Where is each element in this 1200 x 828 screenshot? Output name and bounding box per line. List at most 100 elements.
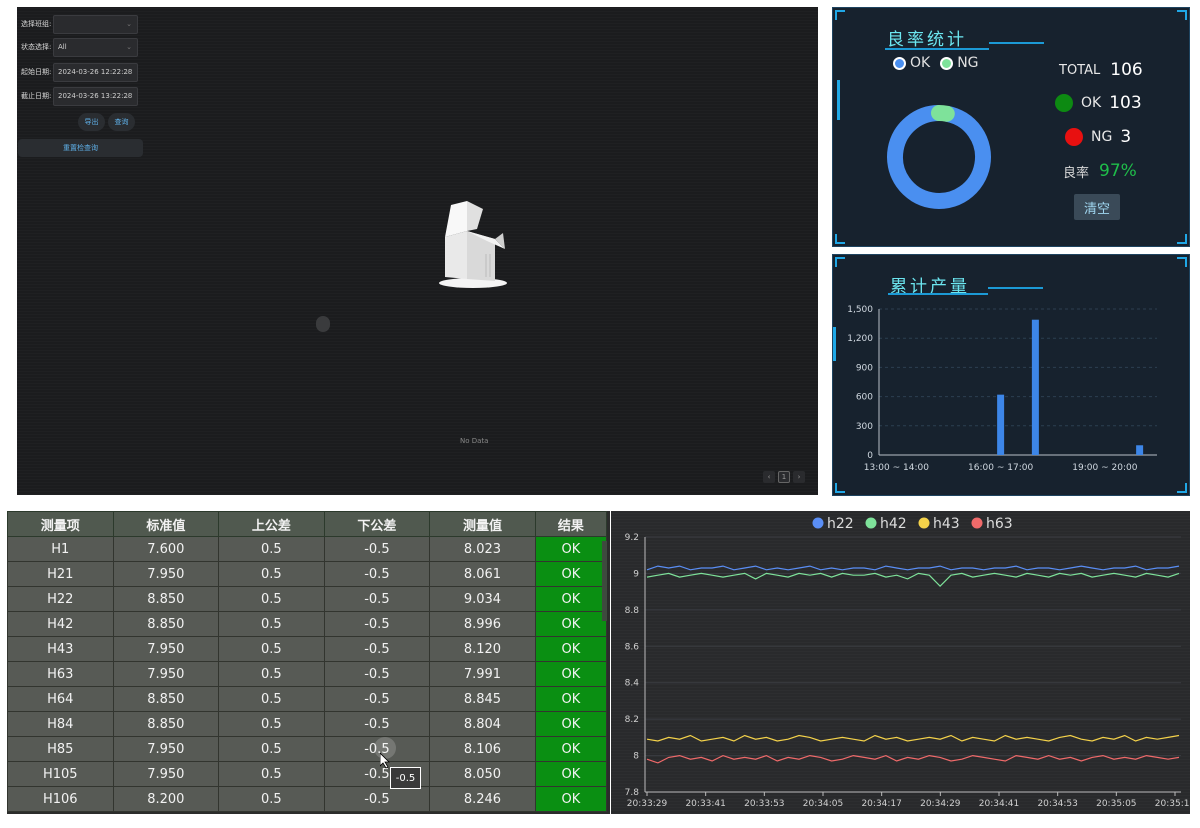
table-cell: OK [534,686,608,712]
table-row[interactable]: H21 7.950 0.5 -0.5 8.061 OK [7,561,608,587]
legend-swatch [971,517,983,529]
table-cell: 8.106 [429,736,536,762]
ok-stat: OK 103 [1055,93,1142,113]
rate-value: 97% [1099,161,1137,181]
table-cell: OK [534,761,608,787]
table-cell: 7.950 [112,661,220,687]
table-cell: 0.5 [218,611,325,637]
x-tick-label: 13:00 ~ 14:00 [864,463,929,473]
column-header[interactable]: 测量项 [7,511,114,537]
y-tick-label: 8.2 [625,715,639,725]
x-tick-label: 20:34:53 [1037,799,1077,809]
table-row[interactable]: H63 7.950 0.5 -0.5 7.991 OK [7,661,608,687]
title-underline [988,287,1043,289]
table-row[interactable]: H1 7.600 0.5 -0.5 8.023 OK [7,536,608,562]
table-row[interactable]: H85 7.950 0.5 -0.5 8.106 OK [7,736,608,762]
series-line-h22 [646,565,1180,571]
series-line-h43 [646,734,1180,742]
y-tick-label: 1,500 [847,305,873,315]
frame-corner [835,234,845,244]
table-row[interactable]: H64 8.850 0.5 -0.5 8.845 OK [7,686,608,712]
legend-label: h43 [933,516,960,532]
y-tick-label: 9 [633,569,639,579]
field-row-end-date: 截止日期: 2024-03-26 13:22:28 ▭ [21,86,138,106]
end-date-label: 截止日期: [21,92,52,100]
table-row[interactable]: H105 7.950 0.5 -0.5 8.050 OK [7,761,608,787]
table-cell: 7.950 [112,761,220,787]
y-tick-label: 8.8 [625,606,640,616]
table-row[interactable]: H42 8.850 0.5 -0.5 8.996 OK [7,611,608,637]
clear-button[interactable]: 清空 [1074,194,1120,220]
x-tick-label: 20:33:53 [744,799,784,809]
title-underline [989,42,1044,44]
reset-query-button[interactable]: 重置检查询 [18,139,143,157]
output-panel: 累计产量 0 300 600 900 1,200 1,500 13:00 ~ 14:00 16… [832,254,1190,496]
legend-ok-label[interactable]: OK [910,55,930,71]
x-tick-label: 20:35:05 [1096,799,1136,809]
table-cell: 0.5 [218,736,325,762]
team-select[interactable]: ⌄ [53,14,138,34]
scrollbar-thumb[interactable] [602,541,607,621]
frame-corner [1177,234,1187,244]
team-select-label: 选择班组: [21,20,52,28]
legend-ng-label[interactable]: NG [957,55,978,71]
measure-table: 测量项 标准值 上公差 下公差 测量值 结果 H1 7.600 0.5 -0.5 8.023 OK H… [7,511,608,812]
yield-panel: 良率统计 OK NG TOTAL 106 OK 103 NG 3 良率 97% … [832,7,1190,247]
table-cell: 8.850 [112,686,220,712]
y-tick-label: 9.2 [625,533,639,543]
frame-corner [835,10,845,20]
frame-corner [835,483,845,493]
table-cell: -0.5 [323,561,431,587]
side-accent [837,80,840,120]
next-page-button[interactable]: › [793,471,805,483]
table-row[interactable]: H43 7.950 0.5 -0.5 8.120 OK [7,636,608,662]
ok-dot [1055,94,1073,112]
page-number[interactable]: 1 [778,471,790,483]
table-cell: 7.991 [429,661,536,687]
calendar-icon: ▭ [125,67,132,76]
table-cell: 0.5 [218,761,325,787]
ng-dot [1065,128,1083,146]
status-select[interactable]: All ⌄ [53,37,138,57]
table-cell: H43 [7,636,114,662]
column-header[interactable]: 结果 [534,511,608,537]
start-date-input[interactable]: 2024-03-26 12:22:28 ▭ [53,62,138,82]
column-header[interactable]: 标准值 [112,511,220,537]
table-cell: -0.5 [323,536,431,562]
table-cell: -0.5 [323,686,431,712]
table-cell: 8.996 [429,611,536,637]
table-cell: 8.850 [112,711,220,737]
y-tick-label: 0 [867,451,873,461]
y-tick-label: 600 [856,393,873,403]
y-tick-label: 1,200 [847,334,873,344]
table-cell: -0.5 [323,661,431,687]
column-header[interactable]: 上公差 [218,511,325,537]
x-tick-label: 20:34:29 [920,799,961,809]
x-tick-label: 20:35:17 [1155,799,1190,809]
table-cell: H106 [7,786,114,812]
cell-tooltip: -0.5 [390,767,421,789]
x-tick-label: 16:00 ~ 17:00 [968,463,1033,473]
total-stat: TOTAL 106 [1059,60,1143,80]
column-header[interactable]: 下公差 [323,511,431,537]
end-date-input[interactable]: 2024-03-26 13:22:28 ▭ [53,86,138,106]
table-cell: H64 [7,686,114,712]
no-data-text: No Data [460,437,489,445]
y-tick-label: 8 [633,752,639,762]
y-tick-label: 7.8 [625,788,640,798]
table-cell: 7.600 [112,536,220,562]
table-cell: 9.034 [429,586,536,612]
donut-ok-slice[interactable] [887,105,991,209]
table-row[interactable]: H22 8.850 0.5 -0.5 9.034 OK [7,586,608,612]
query-button[interactable]: 查询 [108,113,135,131]
table-row[interactable]: H84 8.850 0.5 -0.5 8.804 OK [7,711,608,737]
cursor-icon [316,316,330,332]
bar [1136,445,1144,455]
export-button[interactable]: 导出 [78,113,105,131]
prev-page-button[interactable]: ‹ [763,471,775,483]
ok-label: OK [1081,95,1102,111]
chevron-down-icon: ⌄ [126,19,132,28]
column-header[interactable]: 测量值 [429,511,536,537]
table-row[interactable]: H106 8.200 0.5 -0.5 8.246 OK [7,786,608,812]
table-cell: 8.845 [429,686,536,712]
